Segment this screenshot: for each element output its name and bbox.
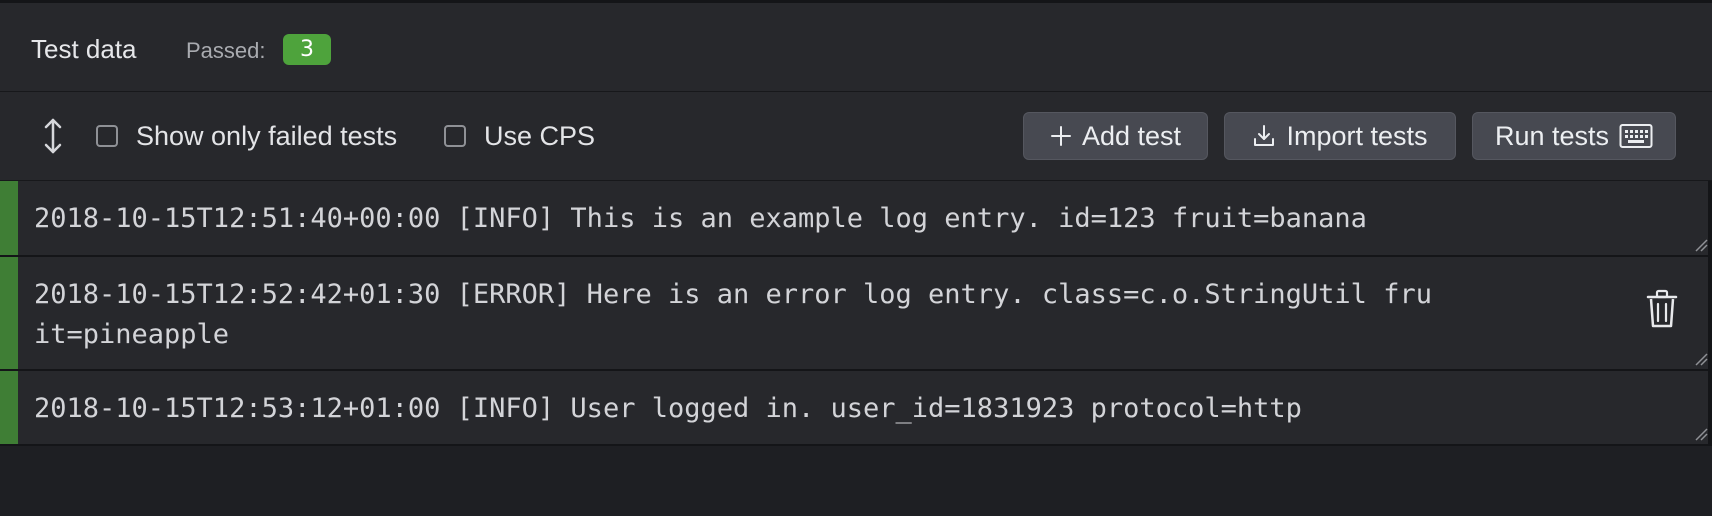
resize-handle-icon[interactable] (1694, 238, 1708, 252)
test-status-bar (0, 257, 18, 369)
panel-title: Test data (31, 34, 137, 64)
vertical-resize-icon[interactable] (38, 116, 68, 156)
use-cps-label[interactable]: Use CPS (484, 120, 595, 152)
show-only-failed-label[interactable]: Show only failed tests (136, 120, 397, 152)
trash-icon[interactable] (1645, 289, 1679, 329)
test-data-header: Test data Passed: 3 (0, 3, 1712, 92)
test-toolbar: Show only failed tests Use CPS Add test … (0, 92, 1712, 181)
passed-count-badge: 3 (283, 34, 331, 65)
test-row[interactable]: 2018-10-15T12:51:40+00:00 [INFO] This is… (0, 181, 1712, 257)
keyboard-icon (1619, 124, 1653, 148)
show-only-failed-checkbox[interactable] (96, 125, 118, 147)
download-icon (1254, 125, 1275, 146)
test-status-bar (0, 371, 18, 444)
test-row[interactable]: 2018-10-15T12:52:42+01:30 [ERROR] Here i… (0, 257, 1712, 371)
import-tests-label: Import tests (1286, 121, 1428, 151)
test-data-panel: Test data Passed: 3 Show only failed tes… (0, 0, 1712, 516)
test-input-text[interactable]: 2018-10-15T12:51:40+00:00 [INFO] This is… (34, 199, 1414, 239)
run-tests-label: Run tests (1494, 121, 1610, 151)
use-cps-checkbox[interactable] (444, 125, 466, 147)
test-input-text[interactable]: 2018-10-15T12:52:42+01:30 [ERROR] Here i… (34, 275, 1434, 355)
resize-handle-icon[interactable] (1694, 352, 1708, 366)
run-tests-button[interactable]: Run tests (1472, 112, 1676, 160)
resize-handle-icon[interactable] (1694, 427, 1708, 441)
add-test-button[interactable]: Add test (1023, 112, 1208, 160)
panel-right-edge (1708, 181, 1712, 444)
test-input-text[interactable]: 2018-10-15T12:53:12+01:00 [INFO] User lo… (34, 389, 1414, 429)
add-test-label: Add test (1081, 121, 1182, 151)
test-row[interactable]: 2018-10-15T12:53:12+01:00 [INFO] User lo… (0, 371, 1712, 446)
import-tests-button[interactable]: Import tests (1224, 112, 1456, 160)
test-status-bar (0, 181, 18, 255)
passed-label: Passed: (186, 38, 266, 63)
plus-icon (1050, 126, 1071, 146)
